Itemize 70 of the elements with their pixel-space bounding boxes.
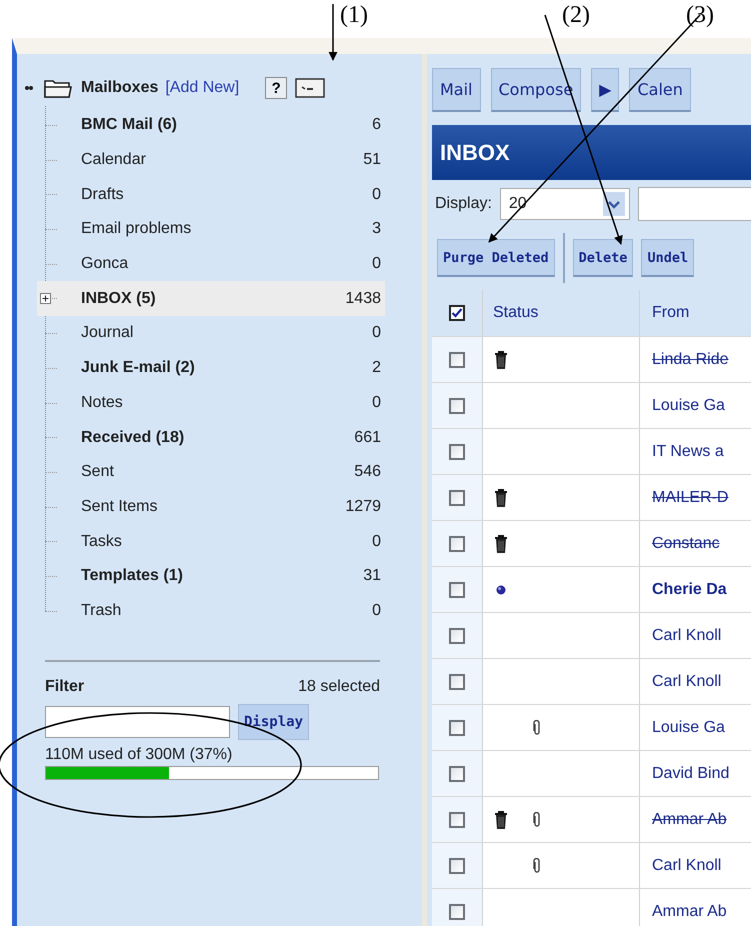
action-button[interactable]: Purge Deleted	[437, 239, 555, 277]
sender-name[interactable]: Ammar Ab	[652, 810, 727, 828]
mailbox-item[interactable]: Sent 546	[37, 454, 385, 490]
dropdown-icon[interactable]	[602, 192, 625, 216]
annotation-arrow	[328, 4, 338, 61]
row-checkbox[interactable]	[449, 812, 465, 828]
sender-name[interactable]: Ammar Ab	[652, 902, 727, 920]
sender-name[interactable]: David Bind	[652, 764, 730, 782]
inbox-title: INBOX	[440, 140, 510, 166]
column-header[interactable]: Status	[493, 304, 538, 322]
column-header[interactable]: From	[652, 304, 690, 322]
sender-name[interactable]: Louise Ga	[652, 396, 725, 414]
display-select[interactable]: 20	[500, 188, 630, 220]
mailbox-item[interactable]: Notes 0	[37, 386, 385, 420]
annotation-label: (1)	[340, 2, 368, 29]
mailbox-item[interactable]: Drafts 0	[37, 177, 385, 212]
row-checkbox[interactable]	[449, 628, 465, 644]
mailbox-item[interactable]: Sent Items 1279	[37, 490, 385, 524]
search-field[interactable]	[638, 187, 751, 221]
row-checkbox[interactable]	[449, 904, 465, 920]
sender-name[interactable]: IT News a	[652, 442, 724, 460]
expand-icon[interactable]	[40, 293, 51, 304]
sender-name[interactable]: Carl Knoll	[652, 672, 722, 690]
sender-name[interactable]: Louise Ga	[652, 718, 725, 736]
row-checkbox[interactable]	[449, 674, 465, 690]
envelope-icon[interactable]	[295, 78, 326, 98]
row-checkbox[interactable]	[449, 766, 465, 782]
mailbox-item[interactable]: Email problems 3	[37, 212, 385, 247]
row-checkbox[interactable]	[449, 398, 465, 414]
mailbox-item[interactable]: Trash 0	[37, 594, 385, 628]
row-checkbox[interactable]	[449, 720, 465, 736]
row-checkbox[interactable]	[449, 490, 465, 506]
mailbox-item[interactable]: Gonca 0	[37, 246, 385, 282]
sender-name[interactable]: Constanc	[652, 534, 720, 552]
nav-tab[interactable]: Calen	[629, 68, 691, 112]
help-button[interactable]: ?	[265, 77, 288, 99]
nav-tab[interactable]: Mail	[432, 68, 480, 112]
sender-name[interactable]: Carl Knoll	[652, 626, 722, 644]
annotation-label: (2)	[562, 2, 590, 29]
add-new-link[interactable]: [Add New]	[165, 79, 240, 97]
filter-label: Filter	[45, 678, 84, 696]
row-checkbox[interactable]	[449, 352, 465, 368]
annotation-label: (3)	[686, 2, 714, 29]
sender-name[interactable]: Carl Knoll	[652, 856, 722, 874]
action-button[interactable]: Delete	[572, 239, 634, 277]
mailbox-item[interactable]: Received (18) 661	[37, 420, 385, 455]
mailbox-item[interactable]: Calendar 51	[37, 142, 385, 178]
nav-tab[interactable]: ▶	[591, 68, 620, 112]
mailboxes-title: Mailboxes	[81, 79, 158, 97]
display-label: Display:	[435, 195, 492, 213]
row-checkbox[interactable]	[449, 444, 465, 460]
sender-name[interactable]: Cherie Da	[652, 580, 727, 598]
selected-count: 18 selected	[298, 678, 380, 696]
folder-icon	[43, 77, 73, 99]
row-checkbox[interactable]	[449, 536, 465, 552]
display-button[interactable]: Display	[238, 704, 310, 740]
filter-field[interactable]	[45, 706, 230, 738]
row-checkbox[interactable]	[449, 858, 465, 874]
mailbox-item[interactable]: Templates (1) 31	[37, 558, 385, 594]
mailbox-item[interactable]: INBOX (5) 1438	[37, 281, 385, 316]
sender-name[interactable]: MAILER-D	[652, 488, 728, 506]
mailbox-item[interactable]: Tasks 0	[37, 524, 385, 559]
action-button[interactable]: Undel	[641, 239, 694, 277]
sender-name[interactable]: Linda Ride	[652, 350, 728, 368]
row-checkbox[interactable]	[449, 582, 465, 598]
storage-usage-text: 110M used of 300M (37%)	[45, 746, 234, 764]
select-all-checkbox[interactable]	[449, 305, 465, 321]
mailbox-item[interactable]: Junk E-mail (2) 2	[37, 350, 385, 386]
mailbox-item[interactable]: BMC Mail (6) 6	[37, 108, 385, 143]
mailbox-item[interactable]: Journal 0	[37, 316, 385, 351]
